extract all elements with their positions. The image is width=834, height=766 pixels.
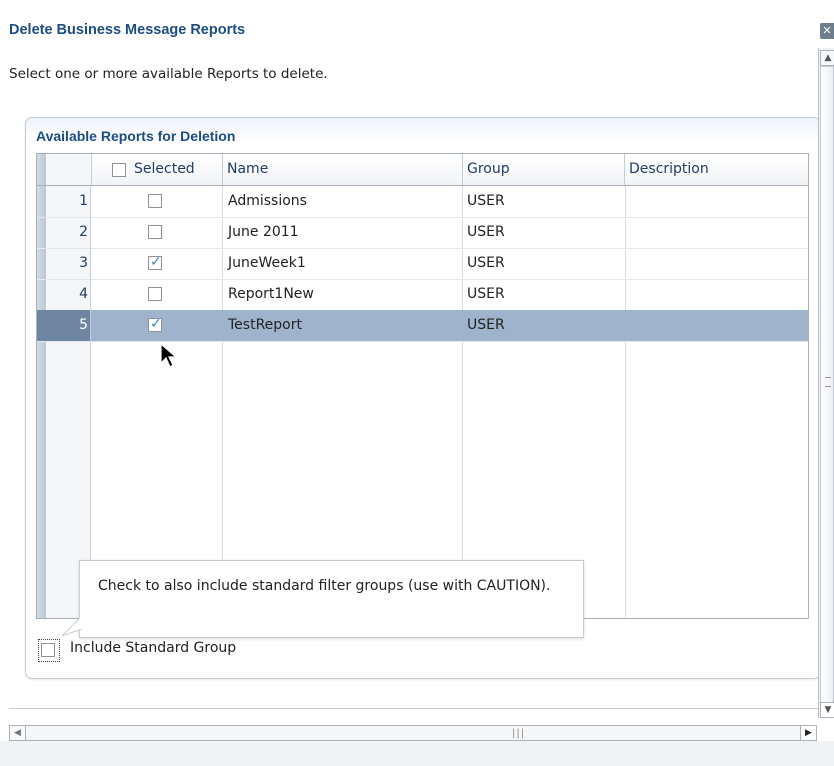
dialog-title: Delete Business Message Reports — [9, 22, 246, 38]
grip-icon — [825, 377, 831, 387]
report-name: JuneWeek1 — [228, 255, 306, 271]
row-select-checkbox[interactable] — [148, 287, 162, 301]
report-name: June 2011 — [228, 224, 299, 240]
column-header-description[interactable]: Description — [624, 154, 808, 185]
include-standard-group-label[interactable]: Include Standard Group — [70, 640, 236, 656]
arrow-up-icon[interactable]: ▲ — [820, 50, 834, 66]
tooltip-text: Check to also include standard filter gr… — [98, 578, 551, 594]
row-select-checkbox[interactable] — [148, 254, 162, 270]
table-row[interactable]: 1 Admissions USER — [37, 186, 808, 218]
table-header: Selected Name Group Description — [37, 154, 808, 186]
report-name: TestReport — [228, 317, 302, 333]
include-standard-group-box — [41, 643, 55, 657]
panel-title: Available Reports for Deletion — [36, 128, 236, 144]
grip-icon: ||| — [512, 728, 526, 739]
vertical-scrollbar[interactable]: ▲ ▼ — [818, 48, 834, 718]
footer-bar — [0, 741, 834, 766]
row-number: 3 — [37, 248, 91, 279]
row-select-checkbox[interactable] — [148, 225, 162, 239]
reports-table: Selected Name Group Description 1 Admissi… — [36, 153, 809, 619]
close-icon[interactable]: ✕ — [820, 23, 834, 39]
arrow-down-icon[interactable]: ▼ — [820, 702, 834, 718]
column-header-name[interactable]: Name — [222, 154, 463, 185]
table-row[interactable]: 4 Report1New USER — [37, 279, 808, 311]
row-number: 5 — [37, 310, 91, 341]
table-row[interactable]: 3 JuneWeek1 USER — [37, 248, 808, 280]
table-row[interactable]: 5 TestReport USER — [37, 310, 808, 342]
select-all-checkbox[interactable] — [112, 163, 126, 177]
report-group: USER — [467, 255, 505, 271]
arrow-left-icon[interactable]: ◀ — [10, 726, 26, 740]
row-select-checkbox[interactable] — [148, 194, 162, 208]
column-header-group[interactable]: Group — [462, 154, 625, 185]
report-name: Report1New — [228, 286, 314, 302]
tooltip-pointer — [61, 618, 82, 637]
report-name: Admissions — [228, 193, 307, 209]
row-number-header — [37, 154, 90, 185]
report-group: USER — [467, 286, 505, 302]
table-row[interactable]: 2 June 2011 USER — [37, 217, 808, 249]
row-number: 1 — [37, 186, 91, 217]
report-group: USER — [467, 193, 505, 209]
row-number: 4 — [37, 279, 91, 310]
horizontal-scrollbar[interactable]: ◀ ||| ▶ — [9, 725, 817, 741]
column-header-selected[interactable]: Selected — [91, 154, 223, 185]
report-group: USER — [467, 317, 505, 333]
tooltip: Check to also include standard filter gr… — [79, 560, 584, 638]
row-select-checkbox[interactable] — [148, 316, 162, 332]
instruction-text: Select one or more available Reports to … — [9, 66, 328, 82]
mouse-pointer-icon — [160, 343, 178, 368]
report-group: USER — [467, 224, 505, 240]
column-header-selected-label: Selected — [134, 161, 195, 177]
divider — [9, 708, 819, 709]
row-number: 2 — [37, 217, 91, 248]
include-standard-group-checkbox[interactable] — [38, 639, 60, 662]
vertical-scroll-thumb[interactable] — [820, 66, 834, 706]
arrow-right-icon[interactable]: ▶ — [800, 726, 816, 740]
